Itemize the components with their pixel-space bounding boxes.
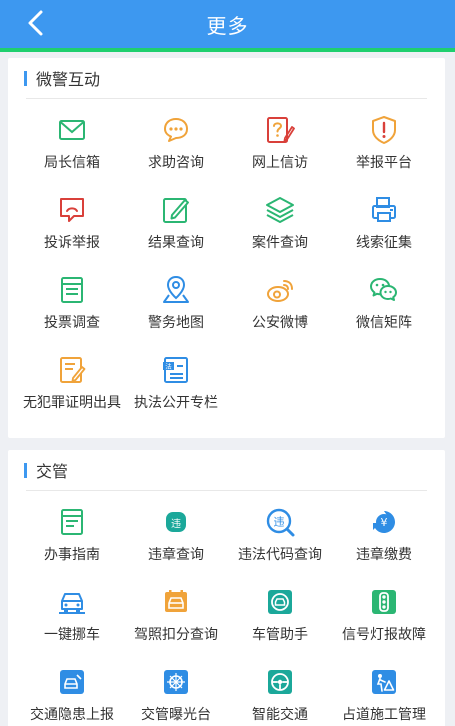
app-header: 更多: [0, 0, 455, 48]
grid-item-label: 局长信箱: [44, 155, 100, 171]
grid-item-label: 投诉举报: [44, 235, 100, 251]
grid-item-director-mailbox[interactable]: 局长信箱: [20, 108, 124, 188]
svg-text:法: 法: [165, 362, 172, 371]
grid-item-label: 结果查询: [148, 235, 204, 251]
section-title-text: 微警互动: [36, 70, 101, 89]
grid-item-label: 线索征集: [356, 235, 412, 251]
section-card-traffic: 交管 办事指南 违 违章查询 违 违法代码查询 ¥ 违章缴费 一键挪车 驾照扣分…: [8, 450, 445, 726]
map-pin-icon: [163, 275, 189, 303]
header-accent-line: [0, 48, 455, 52]
law-document-icon: 法: [163, 357, 188, 383]
grid-item-report-platform[interactable]: 举报平台: [332, 108, 436, 188]
grid-item-label: 办事指南: [44, 547, 100, 563]
svg-text:违: 违: [274, 516, 285, 529]
grid-item-online-petition[interactable]: 网上信访: [228, 108, 332, 188]
grid-item-label: 投票调查: [44, 315, 100, 331]
grid-item-label: 违章缴费: [356, 547, 412, 563]
exposure-icon: [164, 670, 188, 694]
traffic-light-icon: [372, 590, 396, 614]
chat-bubble-icon: [164, 118, 188, 142]
complaint-icon: [60, 198, 84, 222]
grid-item-no-criminal-cert[interactable]: 无犯罪证明出具: [20, 348, 124, 428]
grid-item-traffic-hazard-report[interactable]: 交通隐患上报: [20, 660, 124, 726]
road-work-icon: [372, 670, 396, 694]
grid-item-case-query[interactable]: 案件查询: [228, 188, 332, 268]
page-title: 更多: [206, 14, 249, 38]
section-title: 交管: [24, 456, 68, 484]
grid-item-law-enforcement-column[interactable]: 法 执法公开专栏: [124, 348, 228, 428]
weibo-icon: [267, 280, 293, 302]
section-card-police-interaction: 微警互动 局长信箱 求助咨询 网上信访 举报平台 投诉举报 结果查询 案件查询 …: [8, 58, 445, 438]
grid-item-violation-payment[interactable]: ¥ 违章缴费: [332, 500, 436, 580]
grid-item-label: 违章查询: [148, 547, 204, 563]
edit-document-icon: [163, 198, 189, 223]
grid-item-label: 一键挪车: [44, 627, 100, 643]
grid-item-help-consult[interactable]: 求助咨询: [124, 108, 228, 188]
section-title-text: 交管: [36, 462, 69, 481]
grid-item-vote-survey[interactable]: 投票调查: [20, 268, 124, 348]
grid-item-label: 驾照扣分查询: [134, 627, 218, 643]
grid-item-label: 交通隐患上报: [30, 707, 114, 723]
printer-icon: [372, 197, 396, 222]
grid-item-violation-query[interactable]: 违 违章查询: [124, 500, 228, 580]
grid-item-vehicle-assistant[interactable]: 车管助手: [228, 580, 332, 660]
grid-item-traffic-exposure[interactable]: 交管曝光台: [124, 660, 228, 726]
violation-query-icon: 违: [166, 512, 186, 532]
grid-item-police-weibo[interactable]: 公安微博: [228, 268, 332, 348]
grid-item-label: 占道施工管理: [342, 707, 426, 723]
vote-form-icon: [61, 277, 83, 303]
grid-item-label: 车管助手: [252, 627, 308, 643]
grid-item-wechat-matrix[interactable]: 微信矩阵: [332, 268, 436, 348]
smart-traffic-icon: [268, 670, 292, 694]
grid-item-move-car[interactable]: 一键挪车: [20, 580, 124, 660]
grid-item-label: 执法公开专栏: [134, 395, 218, 411]
grid-item-complaint-report[interactable]: 投诉举报: [20, 188, 124, 268]
grid-item-label: 违法代码查询: [238, 547, 322, 563]
mail-icon: [59, 120, 85, 140]
guide-document-icon: [61, 509, 83, 535]
violation-code-icon: 违: [266, 508, 295, 537]
grid-item-label: 案件查询: [252, 235, 308, 251]
hazard-report-icon: [60, 670, 84, 694]
grid-item-label: 智能交通: [252, 707, 308, 723]
section-divider: [26, 490, 427, 491]
section-title-bar: [24, 70, 27, 86]
layers-icon: [266, 197, 294, 223]
grid-item-label: 微信矩阵: [356, 315, 412, 331]
grid-item-clue-collection[interactable]: 线索征集: [332, 188, 436, 268]
grid-item-label: 交管曝光台: [141, 707, 211, 723]
svg-text:¥: ¥: [381, 516, 388, 529]
payment-icon: ¥: [373, 511, 395, 533]
grid-item-service-guide[interactable]: 办事指南: [20, 500, 124, 580]
grid-item-smart-traffic[interactable]: 智能交通: [228, 660, 332, 726]
grid-item-violation-code-query[interactable]: 违 违法代码查询: [228, 500, 332, 580]
section-grid: 办事指南 违 违章查询 违 违法代码查询 ¥ 违章缴费 一键挪车 驾照扣分查询 …: [20, 500, 436, 726]
grid-item-label: 举报平台: [356, 155, 412, 171]
grid-item-label: 求助咨询: [148, 155, 204, 171]
grid-item-label: 警务地图: [148, 315, 204, 331]
certificate-icon: [60, 357, 86, 383]
license-points-icon: [165, 590, 187, 612]
svg-text:违: 违: [171, 518, 181, 530]
grid-item-label: 公安微博: [252, 315, 308, 331]
section-title-bar: [24, 462, 27, 478]
grid-item-label: 网上信访: [252, 155, 308, 171]
shield-alert-icon: [372, 116, 396, 144]
wechat-icon: [370, 278, 397, 301]
section-divider: [26, 98, 427, 99]
grid-item-road-work-management[interactable]: 占道施工管理: [332, 660, 436, 726]
section-grid: 局长信箱 求助咨询 网上信访 举报平台 投诉举报 结果查询 案件查询 线索征集 …: [20, 108, 436, 428]
car-assistant-icon: [268, 590, 292, 614]
grid-item-label: 无犯罪证明出具: [23, 395, 121, 411]
question-edit-icon: [267, 117, 295, 143]
grid-item-license-points-query[interactable]: 驾照扣分查询: [124, 580, 228, 660]
move-car-icon: [59, 593, 85, 614]
grid-item-label: 信号灯报故障: [342, 627, 426, 643]
section-title: 微警互动: [24, 64, 100, 92]
grid-item-police-map[interactable]: 警务地图: [124, 268, 228, 348]
grid-item-result-query[interactable]: 结果查询: [124, 188, 228, 268]
grid-item-signal-fault-report[interactable]: 信号灯报故障: [332, 580, 436, 660]
